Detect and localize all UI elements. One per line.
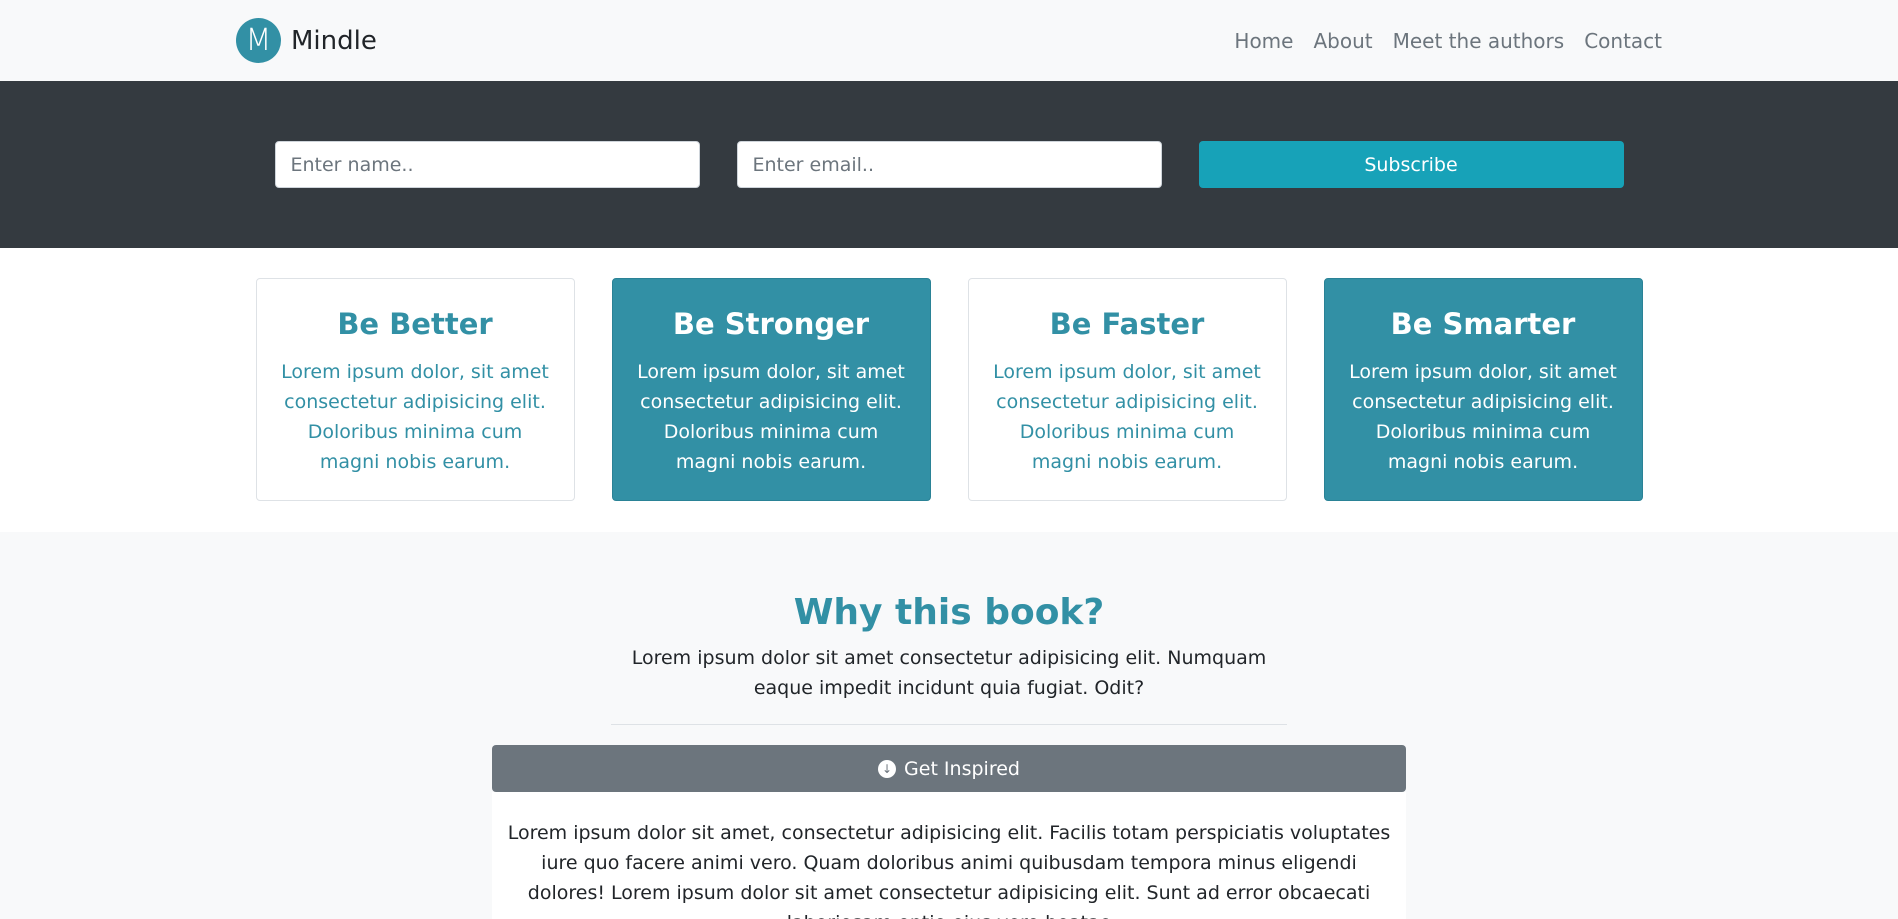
card-title: Be Stronger <box>672 307 870 341</box>
navbar: M Mindle Home About Meet the authors Con… <box>0 0 1898 81</box>
card-text: Lorem ipsum dolor, sit amet consectetur … <box>637 361 905 473</box>
feature-card-stronger: Be Stronger Lorem ipsum dolor, sit amet … <box>611 278 931 501</box>
inspire-collapse-body: Lorem ipsum dolor sit amet, consectetur … <box>492 792 1406 919</box>
email-input[interactable] <box>736 141 1162 188</box>
get-inspired-label: Get Inspired <box>904 757 1020 780</box>
card-title: Be Better <box>337 307 493 341</box>
nav-link-home[interactable]: Home <box>1234 29 1293 53</box>
arrow-circle-down-icon: ↓ <box>878 759 897 778</box>
feature-card-faster: Be Faster Lorem ipsum dolor, sit amet co… <box>967 278 1287 501</box>
nav-link-authors[interactable]: Meet the authors <box>1393 29 1565 53</box>
logo-icon: M <box>236 18 281 63</box>
nav-link-about[interactable]: About <box>1313 29 1372 53</box>
card-text: Lorem ipsum dolor, sit amet consectetur … <box>993 361 1261 473</box>
brand[interactable]: M Mindle <box>236 18 377 63</box>
feature-card-better: Be Better Lorem ipsum dolor, sit amet co… <box>255 278 575 501</box>
card-text: Lorem ipsum dolor, sit amet consectetur … <box>281 361 549 473</box>
card-title: Be Smarter <box>1390 307 1576 341</box>
divider <box>611 724 1287 725</box>
why-section: Why this book? Lorem ipsum dolor sit ame… <box>0 532 1898 919</box>
why-text: Lorem ipsum dolor sit amet consectetur a… <box>631 647 1267 699</box>
name-input[interactable] <box>274 141 700 188</box>
features-section: Be Better Lorem ipsum dolor, sit amet co… <box>0 248 1898 532</box>
get-inspired-button[interactable]: ↓ Get Inspired <box>492 745 1406 792</box>
nav-links: Home About Meet the authors Contact <box>1234 29 1662 53</box>
subscribe-section: Subscribe <box>0 81 1898 248</box>
nav-link-contact[interactable]: Contact <box>1584 29 1662 53</box>
subscribe-button[interactable]: Subscribe <box>1198 141 1624 188</box>
card-title: Be Faster <box>1049 307 1205 341</box>
feature-card-smarter: Be Smarter Lorem ipsum dolor, sit amet c… <box>1323 278 1643 501</box>
brand-name: Mindle <box>291 25 377 56</box>
card-text: Lorem ipsum dolor, sit amet consectetur … <box>1349 361 1617 473</box>
why-title: Why this book? <box>793 592 1105 633</box>
page: M Mindle Home About Meet the authors Con… <box>0 0 1898 919</box>
